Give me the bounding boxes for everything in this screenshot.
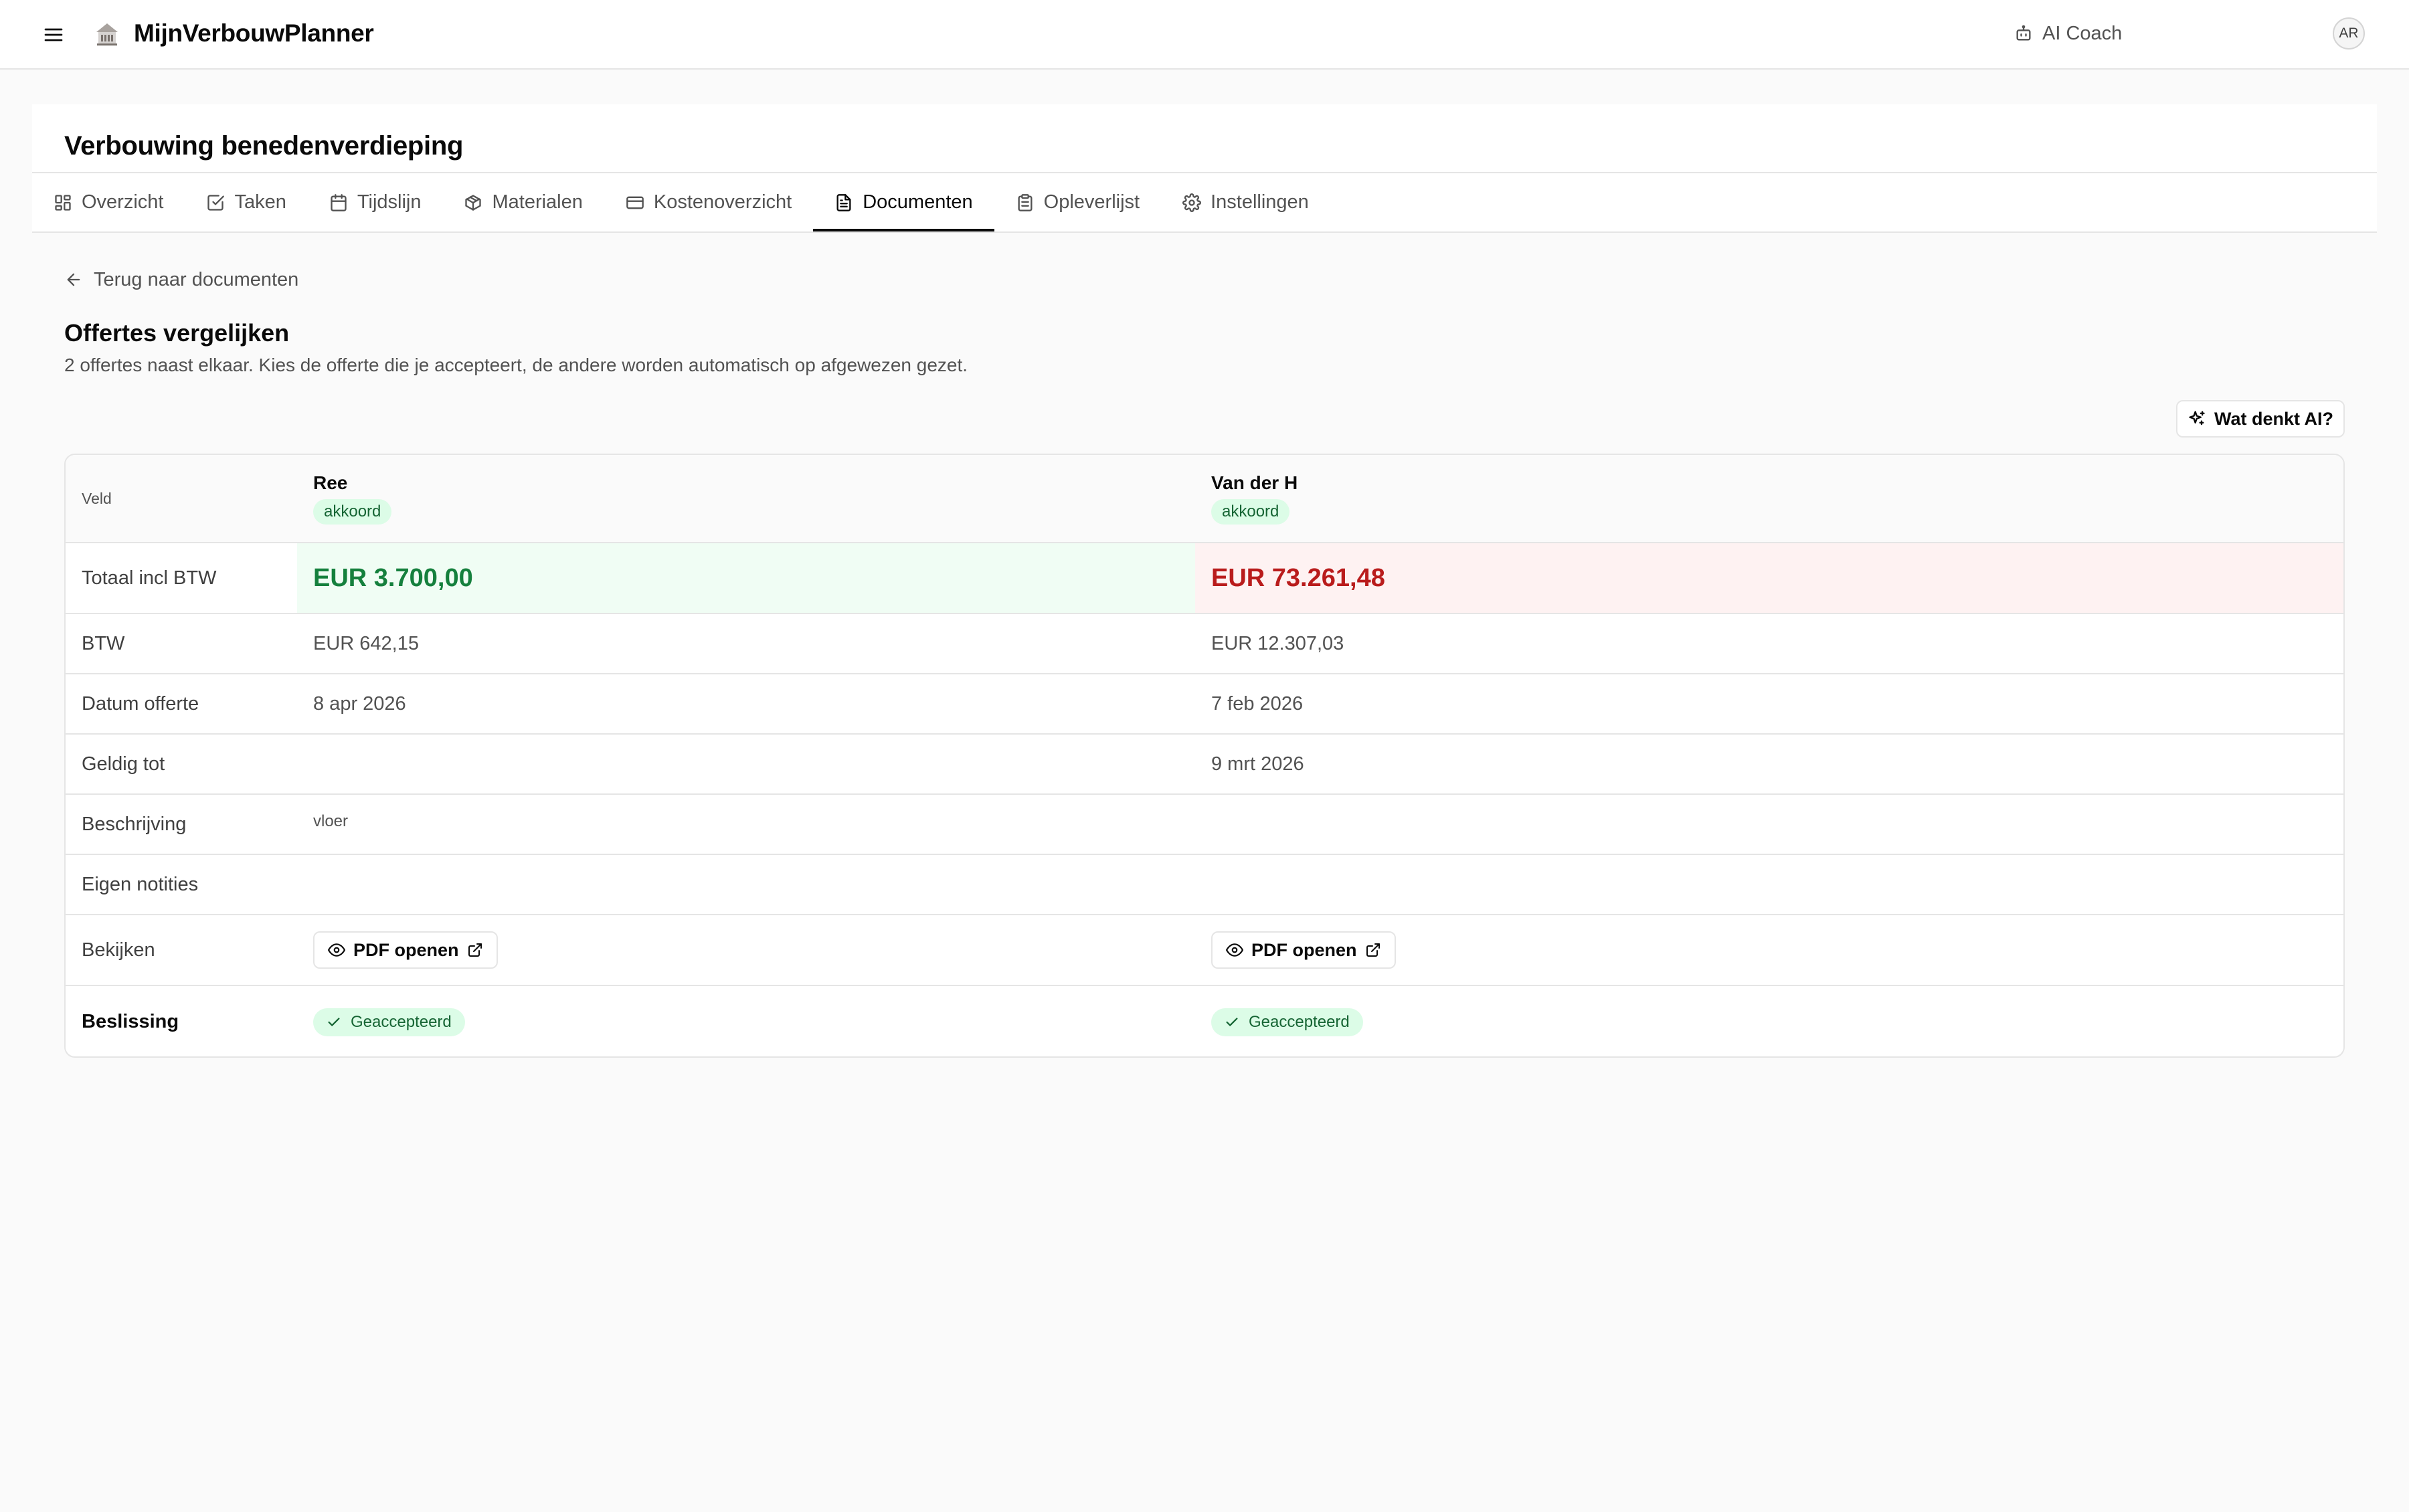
accepted-badge[interactable]: Geaccepteerd xyxy=(313,1008,465,1036)
tab-label: Materialen xyxy=(492,191,583,213)
open-pdf-label: PDF openen xyxy=(1251,939,1357,960)
avatar[interactable]: AR xyxy=(2333,17,2365,50)
description-value: vloer xyxy=(313,812,349,830)
ask-ai-button[interactable]: Wat denkt AI? xyxy=(2176,400,2345,438)
project-title: Verbouwing benedenverdieping xyxy=(64,131,464,161)
file-text-icon xyxy=(834,193,853,212)
row-label: Beslissing xyxy=(82,1011,179,1032)
total-value-highest: EUR 73.261,48 xyxy=(1195,543,2343,613)
tab-label: Kostenoverzicht xyxy=(653,191,792,213)
open-pdf-label: PDF openen xyxy=(353,939,459,960)
tab-label: Instellingen xyxy=(1211,191,1309,213)
gear-icon xyxy=(1182,193,1202,212)
accepted-badge[interactable]: Geaccepteerd xyxy=(1211,1008,1363,1036)
back-link-label: Terug naar documenten xyxy=(94,269,299,290)
tab-label: Documenten xyxy=(863,191,973,213)
quote-date-value: 8 apr 2026 xyxy=(313,692,406,715)
description-value xyxy=(1195,795,2343,854)
divider xyxy=(32,231,2377,233)
valid-until-value: 9 mrt 2026 xyxy=(1211,753,1304,775)
bot-icon xyxy=(2014,24,2033,43)
quote-a-header: Ree akkoord xyxy=(297,455,1195,542)
quote-b-header: Van der H akkoord xyxy=(1195,455,2343,542)
notes-value xyxy=(297,855,1195,914)
table-row-geldig: Geldig tot 9 mrt 2026 xyxy=(66,735,2343,795)
tab-tijdslijn[interactable]: Tijdslijn xyxy=(308,173,443,231)
row-label: Bekijken xyxy=(82,939,155,961)
ai-coach-button[interactable]: AI Coach xyxy=(2014,17,2122,50)
view-cell: PDF openen xyxy=(1195,915,2343,985)
decision-label: Geaccepteerd xyxy=(1249,1012,1350,1031)
tab-opleverlijst[interactable]: Opleverlijst xyxy=(994,173,1161,231)
status-badge: akkoord xyxy=(313,499,392,525)
credit-card-icon xyxy=(626,193,644,212)
row-label: Geldig tot xyxy=(82,753,165,775)
quote-date-value: 7 feb 2026 xyxy=(1211,692,1304,715)
external-link-icon xyxy=(467,942,483,958)
app-title[interactable]: MijnVerbouwPlanner xyxy=(134,16,374,51)
page-subtitle: 2 offertes naast elkaar. Kies de offerte… xyxy=(64,355,968,375)
layout-grid-icon xyxy=(54,193,72,212)
eye-icon xyxy=(328,941,345,959)
project-tabs: Overzicht Taken Tijdslijn Materialen Kos… xyxy=(32,173,1330,231)
decision-cell: Geaccepteerd xyxy=(1195,986,2343,1056)
tab-documenten[interactable]: Documenten xyxy=(813,173,995,231)
check-icon xyxy=(327,1015,341,1030)
ask-ai-label: Wat denkt AI? xyxy=(2214,408,2333,429)
tab-kostenoverzicht[interactable]: Kostenoverzicht xyxy=(604,173,813,231)
supplier-name: Ree xyxy=(313,472,348,493)
row-label: Datum offerte xyxy=(82,692,199,715)
sparkles-icon xyxy=(2188,409,2206,428)
ai-coach-label: AI Coach xyxy=(2042,22,2123,44)
table-header-row: Veld Ree akkoord Van der H akkoord xyxy=(66,455,2343,543)
tab-instellingen[interactable]: Instellingen xyxy=(1161,173,1330,231)
row-label: BTW xyxy=(82,632,125,654)
table-row-notities: Eigen notities xyxy=(66,855,2343,915)
table-row-total: Totaal incl BTW EUR 3.700,00 EUR 73.261,… xyxy=(66,543,2343,614)
table-row-bekijken: Bekijken PDF openen PDF openen xyxy=(66,915,2343,986)
table-row-beschrijving: Beschrijving vloer xyxy=(66,795,2343,855)
decision-cell: Geaccepteerd xyxy=(297,986,1195,1056)
table-row-btw: BTW EUR 642,15 EUR 12.307,03 xyxy=(66,614,2343,674)
arrow-left-icon xyxy=(64,270,83,289)
table-row-datum: Datum offerte 8 apr 2026 7 feb 2026 xyxy=(66,674,2343,735)
top-bar: MijnVerbouwPlanner AI Coach AR xyxy=(0,0,2409,70)
check-icon xyxy=(1225,1015,1239,1030)
check-square-icon xyxy=(206,193,225,212)
open-pdf-button[interactable]: PDF openen xyxy=(1211,931,1396,969)
tab-label: Opleverlijst xyxy=(1043,191,1140,213)
tab-label: Overzicht xyxy=(82,191,164,213)
external-link-icon xyxy=(1365,942,1381,958)
house-logo-icon[interactable] xyxy=(92,19,122,48)
notes-value xyxy=(1195,855,2343,914)
status-badge: akkoord xyxy=(1211,499,1290,525)
project-header: Verbouwing benedenverdieping Overzicht T… xyxy=(32,104,2377,233)
open-pdf-button[interactable]: PDF openen xyxy=(313,931,498,969)
total-value-lowest: EUR 3.700,00 xyxy=(297,543,1195,613)
field-column-header: Veld xyxy=(82,489,112,507)
tab-overzicht[interactable]: Overzicht xyxy=(32,173,185,231)
tab-label: Taken xyxy=(234,191,286,213)
row-label: Beschrijving xyxy=(82,813,187,835)
back-to-documents-link[interactable]: Terug naar documenten xyxy=(64,266,298,293)
row-label: Eigen notities xyxy=(82,873,199,895)
package-icon xyxy=(464,193,482,212)
tab-materialen[interactable]: Materialen xyxy=(442,173,604,231)
supplier-name: Van der H xyxy=(1211,472,1298,493)
row-label: Totaal incl BTW xyxy=(82,567,217,589)
valid-until-value xyxy=(297,735,1195,793)
page-title: Offertes vergelijken xyxy=(64,319,290,347)
eye-icon xyxy=(1226,941,1243,959)
tab-label: Tijdslijn xyxy=(357,191,422,213)
btw-value: EUR 12.307,03 xyxy=(1211,632,1344,654)
clipboard-icon xyxy=(1016,193,1035,212)
decision-label: Geaccepteerd xyxy=(351,1012,452,1031)
btw-value: EUR 642,15 xyxy=(313,632,419,654)
hamburger-menu-icon[interactable] xyxy=(39,20,68,50)
tab-taken[interactable]: Taken xyxy=(185,173,307,231)
calendar-icon xyxy=(329,193,348,212)
view-cell: PDF openen xyxy=(297,915,1195,985)
table-row-beslissing: Beslissing Geaccepteerd Geaccepteerd xyxy=(66,986,2343,1056)
quote-comparison-table: Veld Ree akkoord Van der H akkoord Totaa… xyxy=(64,454,2345,1058)
